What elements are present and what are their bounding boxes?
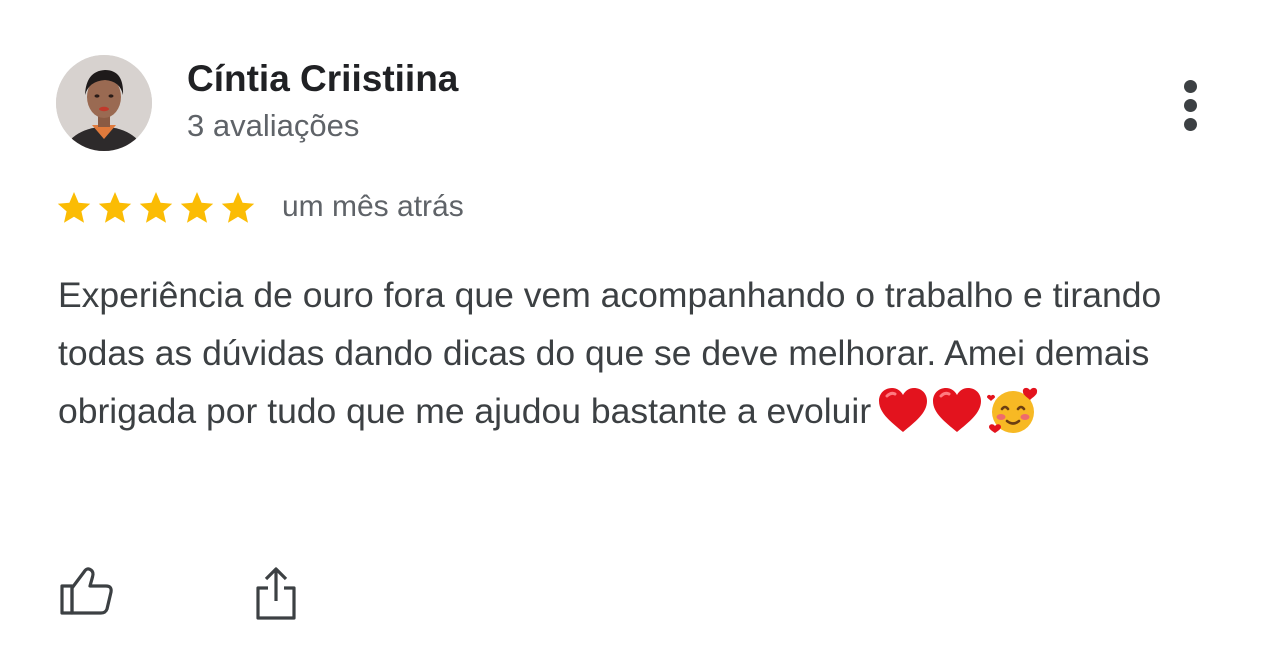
reviewer-review-count: 3 avaliações	[187, 108, 360, 143]
share-icon	[256, 567, 296, 620]
star-icon	[220, 190, 256, 226]
star-rating	[56, 188, 261, 228]
star-icon	[179, 190, 215, 226]
red-heart-emoji	[877, 386, 931, 434]
more-vert-icon	[1184, 80, 1197, 93]
share-button[interactable]	[252, 564, 300, 624]
review-date: um mês atrás	[282, 190, 464, 223]
review-text: Experiência de ouro fora que vem acompan…	[58, 266, 1248, 442]
reviewer-name[interactable]: Cíntia Criistiina	[187, 58, 458, 100]
smiling-face-with-hearts-emoji	[985, 382, 1043, 438]
star-icon	[138, 190, 174, 226]
star-icon	[56, 190, 92, 226]
like-button[interactable]	[58, 562, 118, 620]
review-emojis	[877, 382, 1043, 438]
avatar-photo	[56, 55, 152, 151]
red-heart-emoji	[931, 386, 985, 434]
star-icon	[97, 190, 133, 226]
more-options-button[interactable]	[1166, 72, 1216, 136]
thumbs-up-icon	[60, 567, 113, 615]
avatar[interactable]	[56, 55, 152, 151]
